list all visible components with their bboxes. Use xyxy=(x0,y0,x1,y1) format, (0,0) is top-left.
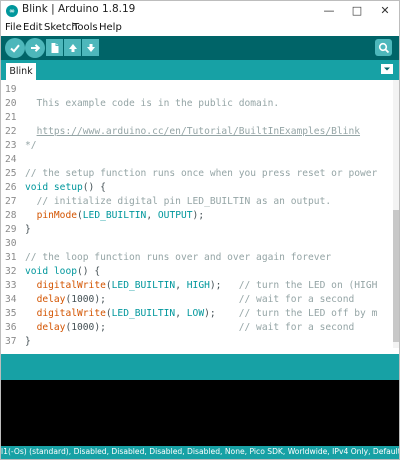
arduino-ide-window: ∞ Blink | Arduino 1.8.19 — □ ✕ File Edit… xyxy=(0,0,400,460)
code-token: (1000); xyxy=(65,294,239,305)
vertical-scrollbar[interactable] xyxy=(393,80,399,348)
verify-button[interactable] xyxy=(5,38,25,58)
code-token: } xyxy=(25,224,31,235)
new-icon xyxy=(51,42,58,53)
code-token: } xyxy=(25,336,31,347)
arduino-logo-icon: ∞ xyxy=(6,5,18,17)
code-token: () { xyxy=(82,182,106,193)
code-token: OUTPUT xyxy=(157,210,193,221)
verify-icon xyxy=(10,44,20,53)
code-line: 37} xyxy=(1,334,393,348)
code-token: void xyxy=(25,266,49,277)
code-token: , xyxy=(146,210,158,221)
code-token: // the loop function runs over and over … xyxy=(25,252,332,263)
code-token: LED_BUILTIN xyxy=(111,280,176,291)
code-token: // turn the LED off by m xyxy=(238,308,378,319)
upload-icon xyxy=(31,44,41,52)
open-icon xyxy=(68,43,77,52)
serial-monitor-button[interactable] xyxy=(375,39,392,56)
close-icon[interactable]: ✕ xyxy=(371,1,399,21)
window-title: Blink | Arduino 1.8.19 xyxy=(22,3,136,15)
code-token: (1000); xyxy=(65,322,239,333)
maximize-icon[interactable]: □ xyxy=(343,1,371,21)
upload-button[interactable] xyxy=(25,38,45,58)
new-button[interactable] xyxy=(46,39,63,56)
menu-bar: File Edit Sketch Tools Help xyxy=(1,21,399,36)
menu-help[interactable]: Help xyxy=(99,22,122,33)
scrollbar-thumb[interactable] xyxy=(393,210,399,342)
code-token: digitalWrite xyxy=(36,308,106,319)
code-token: void xyxy=(25,182,49,193)
menu-edit[interactable]: Edit xyxy=(23,22,42,33)
open-button[interactable] xyxy=(64,39,81,56)
status-bar: l1(-Os) (standard), Disabled, Disabled, … xyxy=(1,446,399,459)
code-token: delay xyxy=(36,322,66,333)
code-token: LED_BUILTIN xyxy=(82,210,147,221)
code-token: // the setup function runs once when you… xyxy=(25,168,378,179)
toolbar xyxy=(1,36,399,60)
code-text: } xyxy=(25,334,31,348)
code-token: loop xyxy=(53,266,77,277)
menu-tools[interactable]: Tools xyxy=(73,22,98,33)
code-token: ); xyxy=(192,210,205,221)
chevron-down-icon xyxy=(384,67,390,71)
code-token: */ xyxy=(25,140,37,151)
code-token: () { xyxy=(77,266,101,277)
console-output xyxy=(1,380,399,446)
tab-blink[interactable]: Blink xyxy=(6,63,36,80)
code-token: // wait for a second xyxy=(238,294,355,305)
code-token[interactable]: https://www.arduino.cc/en/Tutorial/Built… xyxy=(37,126,360,137)
code-token: ); xyxy=(209,280,239,291)
code-token: // wait for a second xyxy=(238,322,355,333)
code-token: setup xyxy=(53,182,83,193)
menu-file[interactable]: File xyxy=(5,22,22,33)
tab-menu-button[interactable] xyxy=(381,64,393,74)
code-token: , xyxy=(175,308,187,319)
save-button[interactable] xyxy=(82,39,99,56)
code-token: This example code is in the public domai… xyxy=(25,98,280,109)
code-token: , xyxy=(175,280,187,291)
code-token: pinMode xyxy=(36,210,77,221)
code-token: // turn the LED on (HIGH xyxy=(238,280,378,291)
line-number: 37 xyxy=(5,336,17,347)
tab-bar: Blink xyxy=(1,60,399,80)
title-bar: ∞ Blink | Arduino 1.8.19 — □ ✕ xyxy=(1,1,399,21)
minimize-icon[interactable]: — xyxy=(315,1,343,21)
code-editor[interactable]: 19 20 This example code is in the public … xyxy=(1,80,399,348)
code-token: digitalWrite xyxy=(36,280,106,291)
serial-monitor-icon xyxy=(378,42,389,53)
code-token: LED_BUILTIN xyxy=(111,308,176,319)
save-icon xyxy=(86,43,95,52)
board-config-status: l1(-Os) (standard), Disabled, Disabled, … xyxy=(1,447,399,456)
code-token: // initialize digital pin LED_BUILTIN as… xyxy=(36,196,332,207)
code-token: delay xyxy=(36,294,66,305)
code-token: ); xyxy=(204,308,239,319)
message-area xyxy=(1,354,399,380)
code-token: LOW xyxy=(186,308,205,319)
code-token: HIGH xyxy=(186,280,210,291)
